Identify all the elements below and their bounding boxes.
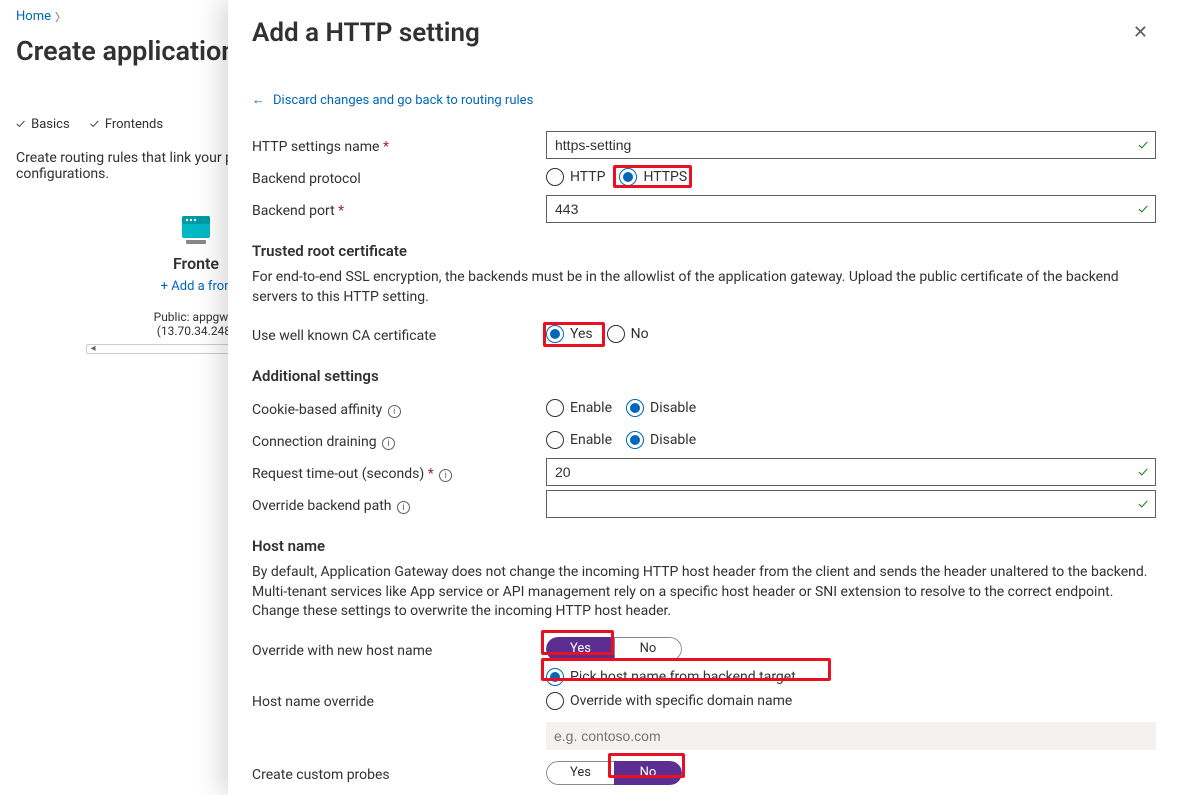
domain-name-input[interactable] xyxy=(546,722,1156,750)
discard-link[interactable]: ← Discard changes and go back to routing… xyxy=(252,92,533,108)
section-hostname-desc: By default, Application Gateway does not… xyxy=(252,563,1156,622)
label-override-path: Override backend path xyxy=(252,498,392,514)
cookie-disable-radio[interactable]: Disable xyxy=(626,399,696,417)
label-port: Backend port xyxy=(252,203,335,219)
breadcrumb-home[interactable]: Home xyxy=(16,9,51,24)
drain-disable-radio[interactable]: Disable xyxy=(626,431,696,449)
chevron-right-icon: 〉 xyxy=(55,9,66,25)
ca-no-radio[interactable]: No xyxy=(607,325,649,343)
info-icon[interactable]: i xyxy=(382,437,395,450)
override-path-input[interactable] xyxy=(546,490,1156,518)
info-icon[interactable]: i xyxy=(388,405,401,418)
cookie-enable-radio[interactable]: Enable xyxy=(546,399,612,417)
panel-title: Add a HTTP setting xyxy=(252,18,480,48)
section-trusted-desc: For end-to-end SSL encryption, the backe… xyxy=(252,268,1156,307)
custom-probes-toggle[interactable]: Yes No xyxy=(546,761,682,785)
check-icon xyxy=(16,117,25,132)
required-asterisk: * xyxy=(383,139,389,155)
timeout-input[interactable] xyxy=(546,458,1156,486)
step-frontends[interactable]: Frontends xyxy=(90,117,163,132)
section-additional-heading: Additional settings xyxy=(252,367,1156,385)
override-host-no[interactable]: No xyxy=(614,637,682,661)
label-custom-probes: Create custom probes xyxy=(252,763,546,783)
arrow-left-icon: ← xyxy=(252,92,265,108)
label-host-override: Host name override xyxy=(252,668,546,710)
discard-text: Discard changes and go back to routing r… xyxy=(273,93,533,108)
http-setting-panel: Add a HTTP setting ✕ ← Discard changes a… xyxy=(228,0,1180,795)
custom-probes-yes[interactable]: Yes xyxy=(546,761,614,785)
section-hostname-heading: Host name xyxy=(252,537,1156,555)
override-host-yes[interactable]: Yes xyxy=(546,637,614,661)
label-timeout: Request time-out (seconds) xyxy=(252,466,424,482)
custom-probes-no[interactable]: No xyxy=(614,761,682,785)
protocol-https-radio[interactable]: HTTPS xyxy=(619,168,687,186)
label-drain: Connection draining xyxy=(252,434,377,450)
protocol-http-radio[interactable]: HTTP xyxy=(546,168,605,186)
info-icon[interactable]: i xyxy=(439,469,452,482)
drain-enable-radio[interactable]: Enable xyxy=(546,431,612,449)
scroll-left-icon[interactable]: ◂ xyxy=(87,344,99,354)
specific-domain-radio[interactable]: Override with specific domain name xyxy=(546,692,792,710)
label-protocol: Backend protocol xyxy=(252,167,546,187)
breadcrumb[interactable]: Home 〉 xyxy=(16,9,66,25)
ca-yes-radio[interactable]: Yes xyxy=(546,325,593,343)
label-name: HTTP settings name xyxy=(252,139,379,155)
http-setting-form: HTTP settings name * Backend protocol HT… xyxy=(252,130,1156,788)
label-cookie: Cookie-based affinity xyxy=(252,402,382,418)
section-trusted-heading: Trusted root certificate xyxy=(252,242,1156,260)
frontend-icon xyxy=(178,212,214,248)
close-icon: ✕ xyxy=(1133,22,1148,42)
close-button[interactable]: ✕ xyxy=(1125,18,1156,47)
backend-port-input[interactable] xyxy=(546,195,1156,223)
step-basics[interactable]: Basics xyxy=(16,117,70,132)
add-frontend-link[interactable]: + Add a fron xyxy=(161,279,232,294)
check-icon xyxy=(90,117,99,132)
label-use-ca: Use well known CA certificate xyxy=(252,324,546,344)
info-icon[interactable]: i xyxy=(397,501,410,514)
override-host-toggle[interactable]: Yes No xyxy=(546,637,682,661)
http-settings-name-input[interactable] xyxy=(546,131,1156,159)
label-override-host: Override with new host name xyxy=(252,639,546,659)
pick-backend-radio[interactable]: Pick host name from backend target xyxy=(546,668,796,686)
